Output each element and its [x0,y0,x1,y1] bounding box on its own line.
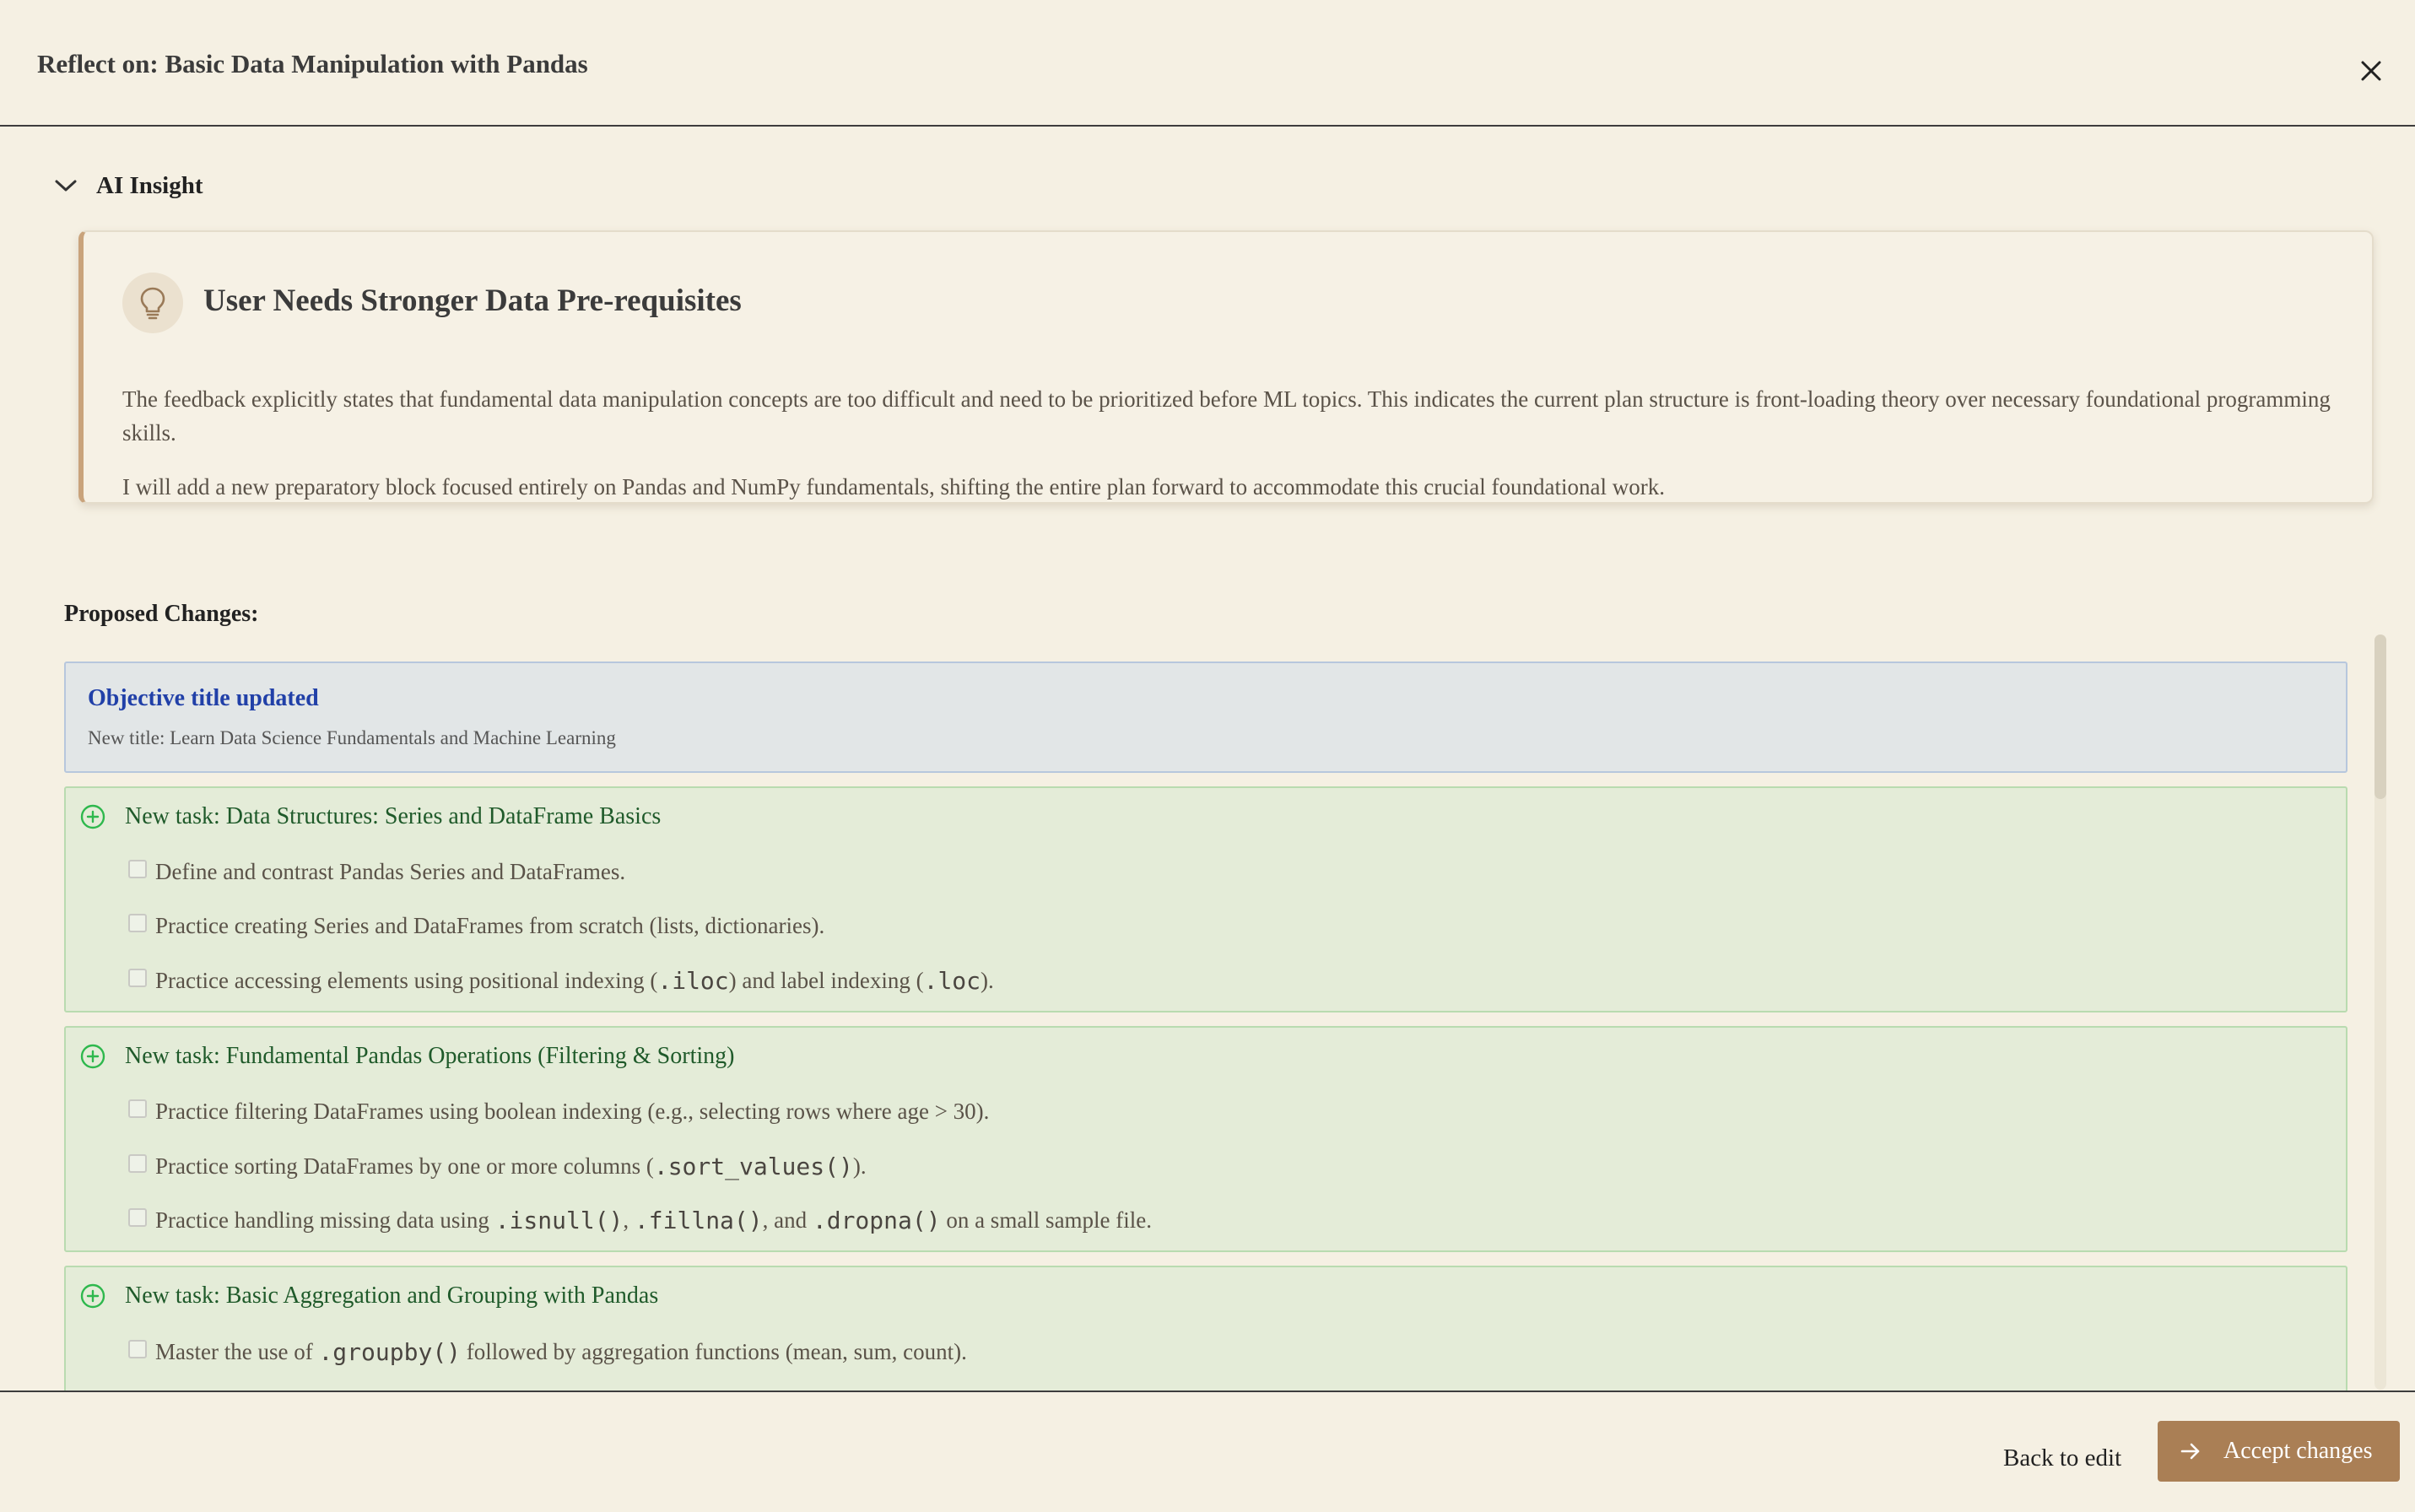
close-icon [2361,61,2381,81]
code-snippet: .sort_values() [653,1153,853,1180]
plus-circle-icon [80,804,105,829]
arrow-right-icon [2180,1443,2200,1460]
subtask-text: followed by aggregation functions (mean,… [461,1339,967,1364]
subtask-text: Practice creating Series and DataFrames … [155,913,825,938]
subtask-text: ) and label indexing ( [728,968,924,993]
ai-insight-label: AI Insight [96,171,203,199]
back-to-edit-button[interactable]: Back to edit [1990,1428,2135,1488]
subtask-text: Define and contrast Pandas Series and Da… [155,859,626,884]
insight-paragraph: The feedback explicitly states that fund… [122,386,2331,446]
subtask-checkbox[interactable] [128,913,147,932]
task-header: New task: Fundamental Pandas Operations … [79,1043,734,1070]
subtask-checkbox[interactable] [128,1099,147,1118]
chevron-down-icon [55,180,77,192]
task-header: New task: Basic Aggregation and Grouping… [79,1282,658,1310]
code-snippet: .dropna() [812,1207,941,1234]
subtask-checkbox[interactable] [128,1339,147,1358]
subtask-text: Master the use of [155,1339,319,1364]
code-snippet: .iloc [657,967,729,995]
subtask-checkbox[interactable] [128,1207,147,1227]
dialog-body[interactable]: AI Insight User Needs Stronger Data Pre-… [0,128,2415,1390]
subtask-text: ). [852,1153,867,1179]
insight-paragraph: I will add a new preparatory block focus… [122,474,1665,500]
task-title: New task: Basic Aggregation and Grouping… [125,1282,659,1309]
subtask-text: Practice sorting DataFrames by one or mo… [155,1153,654,1179]
subtask-item: Practice accessing elements using positi… [128,967,994,995]
subtask-item: Master the use of .groupby() followed by… [128,1338,967,1366]
accept-changes-label: Accept changes [2223,1438,2373,1464]
subtask-checkbox[interactable] [128,859,147,878]
lightbulb-icon [140,287,165,320]
code-snippet: .isnull() [494,1207,624,1234]
insight-title: User Needs Stronger Data Pre-requisites [203,284,742,318]
subtask-text: Practice filtering DataFrames using bool… [155,1099,990,1124]
code-snippet: .loc [923,967,981,995]
subtask-text: on a small sample file. [940,1207,1153,1233]
subtask-item: Practice handling missing data using .is… [128,1207,1152,1234]
subtask-item: Practice creating Series and DataFrames … [128,913,824,939]
plus-circle-icon [80,1283,105,1309]
subtask-checkbox[interactable] [128,1153,147,1173]
plus-circle-icon [80,1044,105,1069]
subtask-checkbox[interactable] [128,968,147,987]
insight-card: User Needs Stronger Data Pre-requisites … [78,230,2374,504]
new-task-card: New task: Data Structures: Series and Da… [64,786,2347,1012]
objective-change-card: Objective title updated New title: Learn… [64,662,2347,773]
dialog-footer: Back to edit Accept changes [0,1390,2415,1512]
accept-changes-button[interactable]: Accept changes [2158,1421,2400,1482]
subtask-text: ). [981,968,994,993]
scrollbar-thumb[interactable] [2374,634,2386,799]
code-snippet: .groupby() [318,1338,462,1366]
insight-icon-badge [122,273,183,333]
proposed-changes-heading: Proposed Changes: [64,601,259,627]
objective-change-subtitle: New title: Learn Data Science Fundamenta… [88,727,616,748]
task-title: New task: Fundamental Pandas Operations … [125,1043,735,1069]
subtask-item: Practice sorting DataFrames by one or mo… [128,1153,867,1180]
close-button[interactable] [2354,54,2388,88]
new-task-card: New task: Basic Aggregation and Grouping… [64,1266,2347,1390]
subtask-item: Define and contrast Pandas Series and Da… [128,859,625,885]
subtask-item: Practice filtering DataFrames using bool… [128,1099,989,1125]
task-title: New task: Data Structures: Series and Da… [125,803,662,829]
ai-insight-toggle[interactable]: AI Insight [54,169,203,202]
dialog-title: Reflect on: Basic Data Manipulation with… [37,49,588,78]
subtask-text: Practice handling missing data using [155,1207,495,1233]
dialog-header: Reflect on: Basic Data Manipulation with… [0,0,2415,127]
task-header: New task: Data Structures: Series and Da… [79,803,661,830]
reflect-dialog: Reflect on: Basic Data Manipulation with… [0,0,2415,1512]
objective-change-title: Objective title updated [88,685,319,711]
subtask-text: , [623,1207,635,1233]
new-task-card: New task: Fundamental Pandas Operations … [64,1026,2347,1252]
code-snippet: .fillna() [634,1207,763,1234]
subtask-text: , and [762,1207,813,1233]
subtask-text: Practice accessing elements using positi… [155,968,658,993]
